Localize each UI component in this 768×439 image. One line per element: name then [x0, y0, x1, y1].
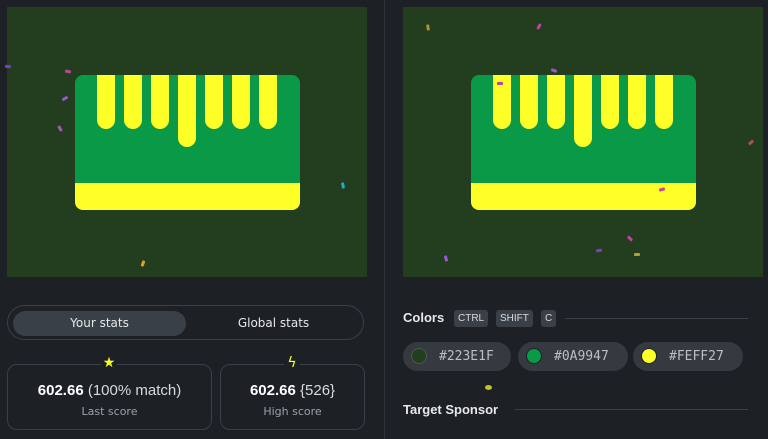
swatch-hex: #223E1F [439, 349, 494, 364]
high-score-rank: {526} [300, 382, 336, 399]
swatch-hex: #FEFF27 [669, 349, 724, 364]
confetti-piece [550, 68, 558, 73]
tooth [151, 75, 169, 129]
confetti-piece [536, 23, 542, 30]
stats-tab-group: Your stats Global stats [7, 305, 364, 340]
swatch-hex: #0A9947 [554, 349, 609, 364]
tooth [259, 75, 277, 129]
confetti-piece [140, 260, 146, 267]
tooth [601, 75, 619, 129]
colors-title: Colors [403, 310, 445, 325]
tab-your-stats[interactable]: Your stats [13, 311, 186, 336]
tooth [574, 75, 592, 147]
tooth [124, 75, 142, 129]
confetti-piece [57, 125, 63, 132]
confetti-piece [747, 139, 755, 146]
tooth [97, 75, 115, 129]
swatch-dot [411, 348, 427, 364]
color-chip-accent[interactable]: #FEFF27 [633, 342, 743, 371]
star-icon: ★ [101, 355, 117, 371]
tab-global-stats[interactable]: Global stats [187, 311, 360, 336]
confetti-piece [4, 64, 12, 69]
tooth [547, 75, 565, 129]
confetti-piece [626, 235, 634, 242]
target-sponsor-title: Target Sponsor [403, 402, 499, 417]
tooth [205, 75, 223, 129]
color-chip-background[interactable]: #223E1F [403, 342, 511, 371]
confetti-piece [341, 182, 345, 189]
last-score-value: 602.66 [37, 382, 84, 399]
panel-divider [384, 0, 385, 439]
color-chip-card[interactable]: #0A9947 [518, 342, 628, 371]
high-score-card: 602.66 {526} High score [220, 364, 365, 430]
tooth [178, 75, 196, 147]
shortcut-key-ctrl: CTRL [454, 310, 489, 327]
shortcut-key-c: C [541, 310, 557, 327]
tooth [628, 75, 646, 129]
confetti-piece [497, 82, 503, 85]
confetti-piece [634, 253, 640, 256]
shortcut-key-shift: SHIFT [496, 310, 533, 327]
swatch-dot [641, 348, 657, 364]
card-shape [75, 75, 300, 210]
sponsor-divider [515, 409, 748, 410]
last-score-card: 602.66 (100% match) Last score [7, 364, 212, 430]
confetti-piece [426, 24, 430, 31]
tooth [655, 75, 673, 129]
tooth [232, 75, 250, 129]
last-score-value-line: 602.66 (100% match) [8, 382, 211, 399]
confetti-piece [595, 248, 603, 253]
last-score-match: (100% match) [87, 382, 182, 399]
colors-divider [565, 318, 748, 319]
tooth [520, 75, 538, 129]
swatch-dot [526, 348, 542, 364]
card-band [75, 183, 300, 210]
high-score-value-line: 602.66 {526} [221, 382, 364, 399]
confetti-piece [485, 385, 492, 390]
output-canvas [4, 7, 367, 277]
confetti-piece [443, 255, 449, 262]
confetti-piece [61, 95, 69, 102]
high-score-label: High score [263, 405, 322, 418]
high-score-value: 602.66 [249, 382, 296, 399]
last-score-label: Last score [81, 405, 138, 418]
lightning-icon: ϟ [284, 355, 300, 371]
confetti-piece [64, 69, 72, 74]
target-canvas [403, 7, 763, 277]
